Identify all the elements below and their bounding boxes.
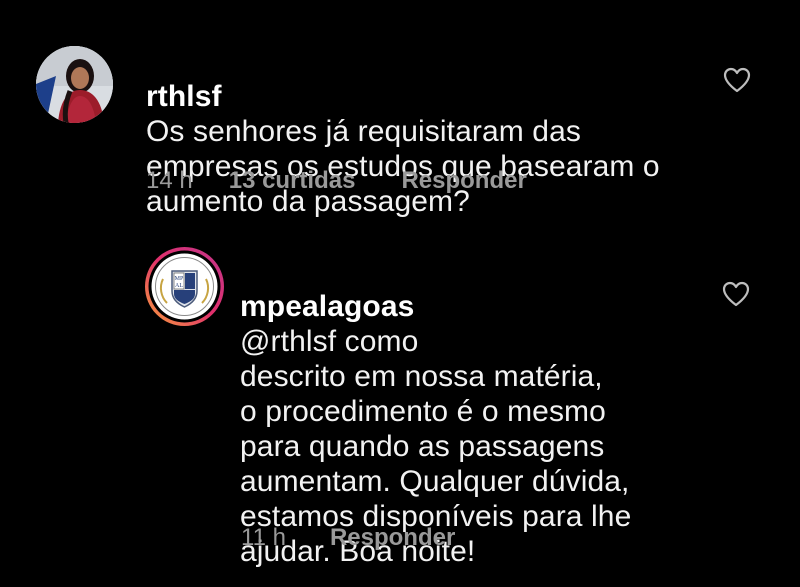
svg-text:MP: MP — [175, 276, 184, 282]
reply-button[interactable]: Responder — [401, 167, 526, 195]
like-heart-icon[interactable] — [722, 281, 750, 307]
reply-button[interactable]: Responder — [330, 524, 455, 552]
likes-count[interactable]: 13 curtidas — [229, 167, 356, 195]
like-heart-icon[interactable] — [723, 67, 751, 93]
comment-time: 14 h — [146, 167, 193, 194]
profile-photo — [36, 46, 113, 123]
comment-username[interactable]: mpealagoas — [240, 290, 414, 323]
comment-mpealagoas: MP AL mpealagoas @rthlsf como descrito e… — [0, 230, 800, 587]
comment-username[interactable]: rthlsf — [146, 80, 222, 113]
comment-time: 11 h — [241, 524, 286, 551]
avatar-mpealagoas[interactable]: MP AL — [145, 247, 224, 326]
comment-mention[interactable]: @rthlsf — [240, 325, 336, 358]
comment-meta: 14 h 13 curtidas Responder — [146, 167, 527, 195]
svg-text:AL: AL — [175, 283, 183, 289]
institution-logo: MP AL — [148, 250, 221, 323]
comment-body: mpealagoas @rthlsf como descrito em noss… — [240, 254, 700, 569]
avatar-rthlsf[interactable] — [36, 46, 113, 123]
comment-rthlsf: rthlsf Os senhores já requisitaram das e… — [0, 0, 800, 218]
comment-meta: 11 h Responder — [241, 524, 455, 552]
